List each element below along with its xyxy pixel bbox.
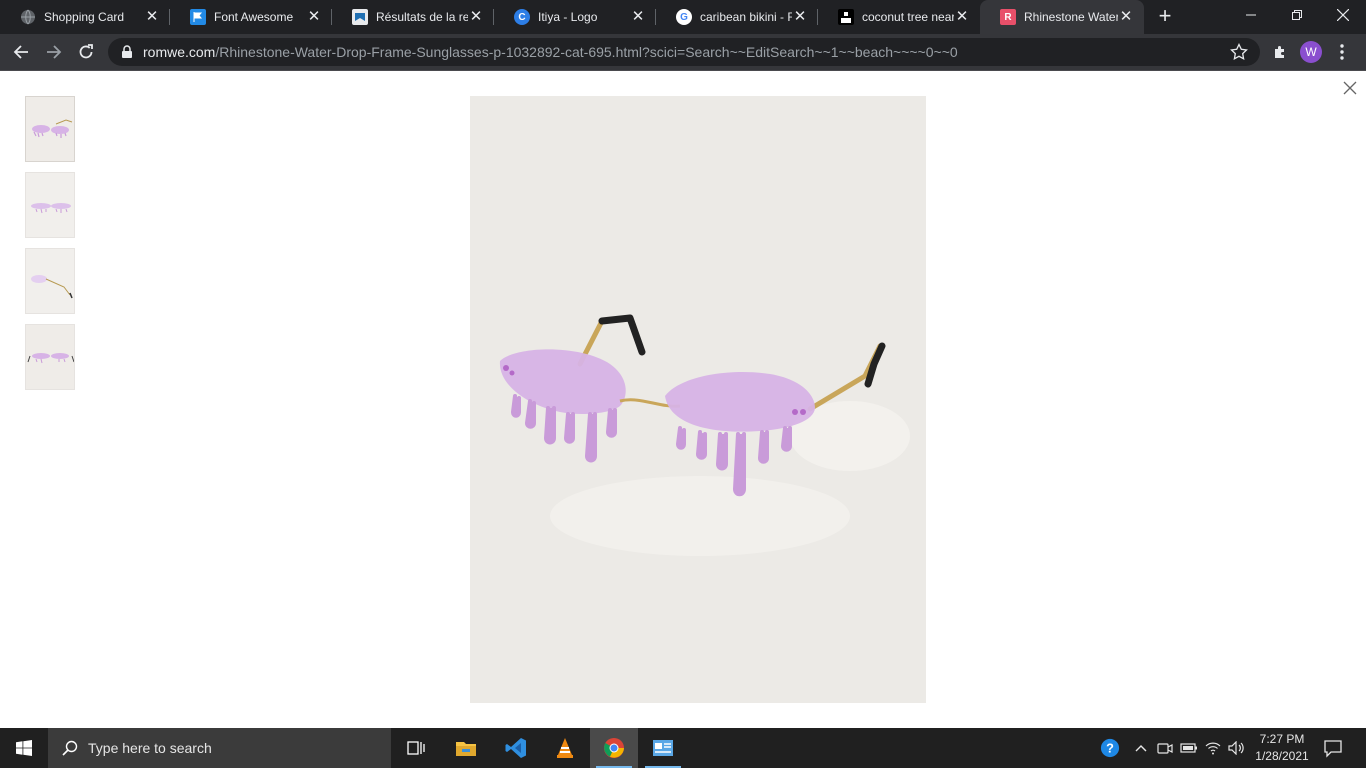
reload-icon[interactable] <box>73 39 99 65</box>
tab-shopping-card[interactable]: Shopping Card ✕ <box>0 0 170 34</box>
thumbnail-2[interactable] <box>25 172 75 238</box>
wifi-icon[interactable] <box>1203 738 1223 758</box>
search-placeholder: Type here to search <box>88 740 212 756</box>
tab-title: Résultats de la rech <box>376 10 468 24</box>
windows-start-icon[interactable] <box>0 728 48 768</box>
google-icon: G <box>676 9 692 25</box>
profile-avatar[interactable]: W <box>1300 41 1322 63</box>
sunglasses-thumbnail-image <box>26 325 74 389</box>
tab-close-icon[interactable]: ✕ <box>630 9 646 25</box>
thumbnail-list <box>25 96 75 400</box>
tab-title: caribean bikini - Re <box>700 10 792 24</box>
sunglasses-thumbnail-image <box>26 97 74 161</box>
help-icon[interactable]: ? <box>1100 738 1120 758</box>
taskbar-search-box[interactable]: Type here to search <box>48 728 391 768</box>
notifications-icon[interactable] <box>1322 738 1344 758</box>
chrome-menu-icon[interactable] <box>1329 39 1355 65</box>
taskbar-clock[interactable]: 7:27 PM 1/28/2021 <box>1244 731 1320 765</box>
restore-icon[interactable] <box>1274 0 1320 30</box>
svg-text:?: ? <box>1106 741 1114 756</box>
tab-title: coconut tree near <box>862 10 954 24</box>
tab-title: Shopping Card <box>44 10 125 24</box>
lock-icon[interactable] <box>120 45 134 59</box>
clock-time: 7:27 PM <box>1259 732 1305 746</box>
clock-date: 1/28/2021 <box>1255 749 1309 763</box>
search-icon <box>62 740 78 756</box>
control-panel-icon[interactable] <box>639 728 687 768</box>
tab-resultats[interactable]: Résultats de la rech ✕ <box>332 0 494 34</box>
site-icon <box>838 9 854 25</box>
main-product-photo <box>470 96 926 703</box>
new-tab-icon[interactable]: + <box>1153 5 1177 29</box>
romwe-icon: R <box>1000 9 1016 25</box>
thumbnail-1[interactable] <box>25 96 75 162</box>
chrome-taskbar-icon[interactable] <box>590 728 638 768</box>
tab-title: Rhinestone Water <box>1024 10 1118 24</box>
meet-now-icon[interactable] <box>1155 738 1175 758</box>
chevron-up-icon[interactable] <box>1131 738 1151 758</box>
tab-close-icon[interactable]: ✕ <box>954 9 970 25</box>
vscode-icon[interactable] <box>492 728 540 768</box>
rhinestone-drip-sunglasses-image <box>470 96 926 703</box>
tab-close-icon[interactable]: ✕ <box>144 9 160 25</box>
bookmark-star-icon[interactable] <box>1230 43 1248 61</box>
vlc-icon[interactable] <box>541 728 589 768</box>
globe-icon <box>20 9 36 25</box>
url-path: /Rhinestone-Water-Drop-Frame-Sunglasses-… <box>215 44 958 60</box>
extensions-puzzle-icon[interactable] <box>1267 39 1293 65</box>
tab-font-awesome[interactable]: Font Awesome ✕ <box>170 0 332 34</box>
url-text: romwe.com/Rhinestone-Water-Drop-Frame-Su… <box>143 44 1260 60</box>
task-view-icon[interactable] <box>392 728 440 768</box>
tab-close-icon[interactable]: ✕ <box>792 9 808 25</box>
thumbnail-4[interactable] <box>25 324 75 390</box>
canva-icon: C <box>514 9 530 25</box>
sunglasses-thumbnail-image <box>26 173 74 237</box>
tab-coconut-tree[interactable]: coconut tree near ✕ <box>818 0 980 34</box>
tab-strip: Shopping Card ✕ Font Awesome ✕ Résultats… <box>0 0 1366 34</box>
windows-taskbar: Type here to search ? 7:27 PM 1/28/2021 <box>0 728 1366 768</box>
back-icon[interactable] <box>8 39 34 65</box>
address-bar[interactable]: romwe.com/Rhinestone-Water-Drop-Frame-Su… <box>108 38 1260 66</box>
thumbnail-3[interactable] <box>25 248 75 314</box>
minimize-icon[interactable] <box>1228 0 1274 30</box>
tab-rhinestone-water[interactable]: R Rhinestone Water ✕ <box>980 0 1144 34</box>
file-explorer-icon[interactable] <box>442 728 490 768</box>
forward-icon[interactable] <box>41 39 67 65</box>
browser-toolbar: romwe.com/Rhinestone-Water-Drop-Frame-Su… <box>0 34 1366 71</box>
tab-caribean-bikini[interactable]: G caribean bikini - Re ✕ <box>656 0 818 34</box>
close-viewer-icon[interactable] <box>1341 79 1359 97</box>
font-awesome-flag-icon <box>190 9 206 25</box>
tab-close-icon[interactable]: ✕ <box>468 9 484 25</box>
tab-title: Font Awesome <box>214 10 294 24</box>
window-close-icon[interactable] <box>1320 0 1366 30</box>
sunglasses-thumbnail-image <box>26 249 74 313</box>
tab-itiya-logo[interactable]: C Itiya - Logo ✕ <box>494 0 656 34</box>
bookmark-site-icon <box>352 9 368 25</box>
url-host: romwe.com <box>143 44 216 60</box>
tab-title: Itiya - Logo <box>538 10 598 24</box>
battery-icon[interactable] <box>1179 738 1199 758</box>
tab-close-icon[interactable]: ✕ <box>1118 9 1134 25</box>
tab-close-icon[interactable]: ✕ <box>306 9 322 25</box>
